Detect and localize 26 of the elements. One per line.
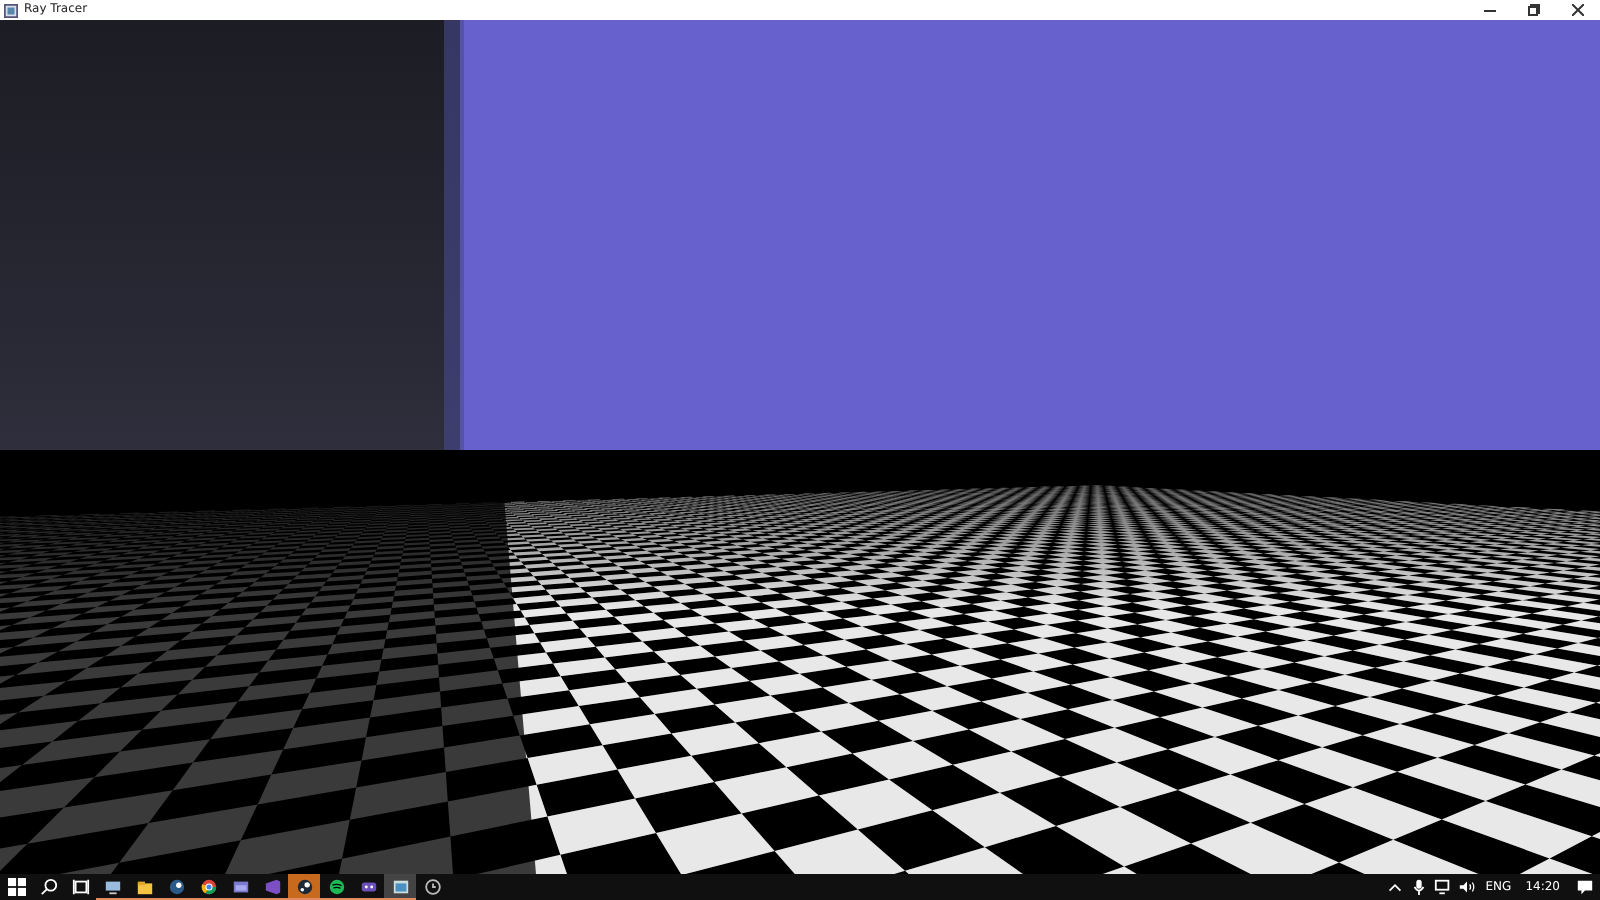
clock-icon: [423, 877, 441, 895]
message-icon: [1575, 878, 1593, 896]
folder-icon: [135, 877, 153, 895]
taskbar-app[interactable]: [384, 874, 416, 900]
restore-icon: [1528, 4, 1540, 16]
browser-icon: [199, 877, 217, 895]
window-icon: [4, 3, 18, 17]
minimize-icon: [1484, 9, 1496, 11]
windows-logo-icon: [7, 877, 25, 895]
network-icon: [1433, 878, 1452, 896]
search-icon: [39, 877, 57, 895]
window-app-icon: [231, 877, 249, 895]
close-icon: [1572, 4, 1584, 16]
monitor-icon: [103, 877, 121, 895]
network-button[interactable]: [1431, 874, 1454, 900]
microphone-icon: [1409, 878, 1428, 896]
task-view-icon: [71, 877, 89, 895]
caret-up-icon: [1385, 878, 1404, 896]
taskbar-app[interactable]: [320, 874, 352, 900]
speaker-icon: [1457, 878, 1476, 896]
music-icon: [327, 877, 345, 895]
taskbar-app[interactable]: [192, 874, 224, 900]
taskbar-app[interactable]: [288, 874, 320, 900]
taskbar-app[interactable]: [160, 874, 192, 900]
window-app-icon: [391, 877, 409, 895]
game-controller-icon: [359, 877, 377, 895]
